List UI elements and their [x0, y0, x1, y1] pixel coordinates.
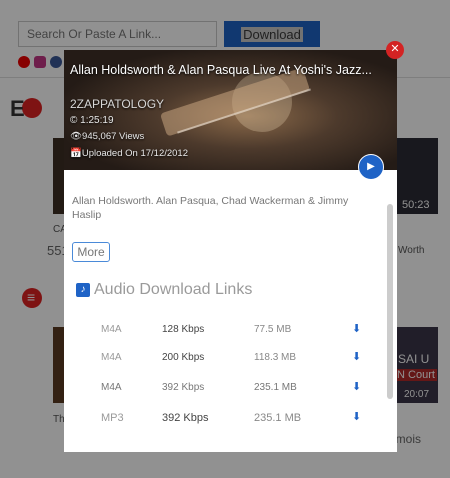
channel-name: 2ZAPPATOLOGY — [70, 97, 165, 111]
audio-bitrate: 200 Kbps — [162, 352, 205, 363]
video-title: Allan Holdsworth & Alan Pasqua Live At Y… — [70, 63, 372, 77]
download-icon[interactable]: ⬇ — [352, 352, 362, 363]
close-button[interactable]: ✕ — [386, 41, 404, 59]
music-note-icon: ♪ — [76, 283, 90, 297]
audio-size: 235.1 MB — [254, 382, 297, 393]
audio-row[interactable]: MP3 392 Kbps 235.1 MB ⬇ — [64, 406, 397, 432]
audio-row[interactable]: M4A 392 Kbps 235.1 MB ⬇ — [64, 376, 397, 402]
audio-row[interactable]: M4A 200 Kbps 118.3 MB ⬇ — [64, 346, 397, 372]
audio-format: M4A — [101, 324, 122, 335]
download-icon[interactable]: ⬇ — [352, 382, 362, 393]
audio-title: Audio Download Links — [94, 281, 253, 298]
view-count: 👁945,067 Views — [70, 131, 145, 142]
play-button[interactable]: ▶ — [358, 154, 384, 180]
audio-format: M4A — [101, 382, 122, 393]
audio-size: 77.5 MB — [254, 324, 292, 335]
audio-bitrate: 392 Kbps — [162, 382, 205, 393]
audio-format: MP3 — [101, 412, 124, 424]
audio-row[interactable]: M4A 128 Kbps 77.5 MB ⬇ — [64, 318, 397, 344]
audio-bitrate: 392 Kbps — [162, 412, 209, 424]
modal-scrollbar[interactable] — [387, 204, 393, 399]
video-duration: © 1:25:19 — [70, 115, 114, 126]
audio-size: 118.3 MB — [254, 352, 297, 363]
audio-format: M4A — [101, 352, 122, 363]
play-icon: ▶ — [367, 161, 375, 172]
audio-bitrate: 128 Kbps — [162, 324, 205, 335]
download-icon[interactable]: ⬇ — [352, 412, 362, 423]
download-modal: Allan Holdsworth & Alan Pasqua Live At Y… — [64, 50, 397, 452]
video-artists: Allan Holdsworth. Alan Pasqua, Chad Wack… — [72, 195, 349, 221]
upload-date: 📅Uploaded On 17/12/2012 — [70, 148, 188, 159]
audio-section-heading: ♪ Audio Download Links — [76, 281, 252, 299]
close-icon: ✕ — [390, 43, 400, 55]
video-preview[interactable]: Allan Holdsworth & Alan Pasqua Live At Y… — [64, 50, 397, 170]
audio-size: 235.1 MB — [254, 412, 302, 424]
download-icon[interactable]: ⬇ — [352, 324, 362, 335]
more-button[interactable]: More — [72, 242, 110, 262]
